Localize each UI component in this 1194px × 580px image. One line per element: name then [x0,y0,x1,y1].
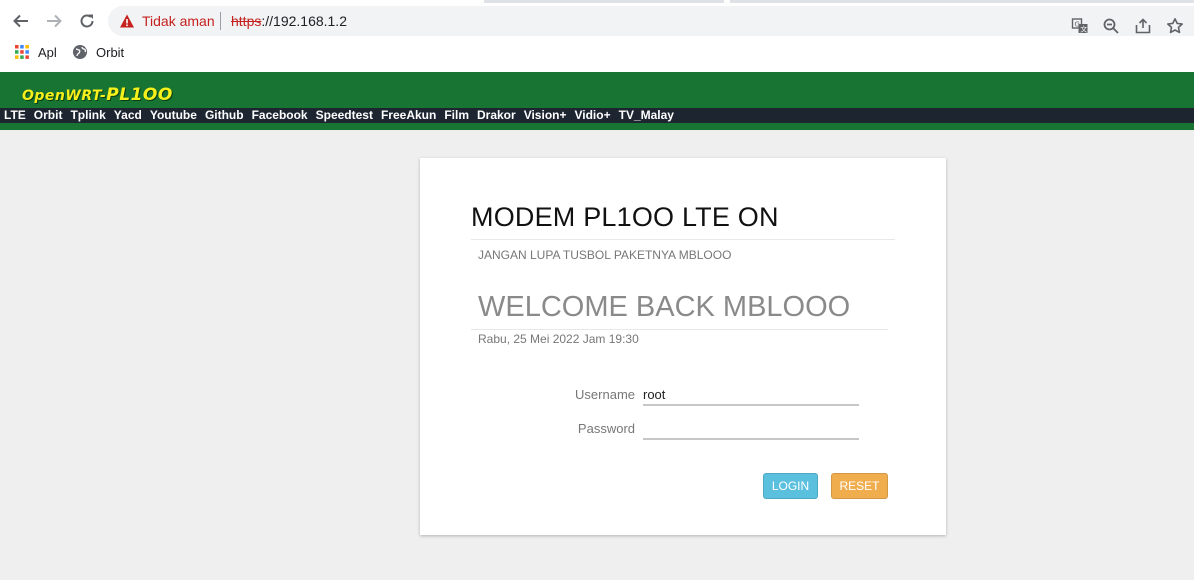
zoom-out-icon [1103,18,1119,34]
reload-button[interactable] [75,9,99,33]
translate-icon: G文 [1071,18,1088,34]
logo-main: PL1OO [106,85,173,105]
menu-item-youtube[interactable]: Youtube [150,108,197,123]
page-title: MODEM PL1OO LTE ON [471,202,779,232]
arrow-left-icon [13,14,28,28]
tab-strip-edge [484,0,724,3]
menu-item-yacd[interactable]: Yacd [114,108,142,123]
router-header: OpenWRT-PL1OO [0,72,1194,108]
openwrt-logo[interactable]: OpenWRT-PL1OO [22,85,173,105]
bookmark-apps[interactable]: Apl [14,44,57,60]
logo-prefix: OpenWRT- [22,88,107,104]
router-menu-bar: LTE Orbit Tplink Yacd Youtube Github Fac… [0,108,1194,123]
menu-item-vidio-plus[interactable]: Vidio+ [574,108,610,123]
apps-grid-icon [15,45,29,59]
url-host: ://192.168.1.2 [261,13,347,29]
star-icon [1167,18,1183,34]
menu-item-drakor[interactable]: Drakor [477,108,516,123]
url-text[interactable]: https://192.168.1.2 [231,13,347,29]
svg-text:G: G [1075,21,1080,29]
url-scheme: https [231,13,262,29]
menu-item-vision-plus[interactable]: Vision+ [524,108,567,123]
tab-strip-edge [730,0,1194,3]
menu-item-freeakun[interactable]: FreeAkun [381,108,436,123]
browser-toolbar: Tidak aman https://192.168.1.2 G文 Apl Or… [0,0,1194,72]
reset-button[interactable]: RESET [831,473,888,499]
address-bar[interactable]: Tidak aman https://192.168.1.2 G文 [108,6,1194,36]
username-field[interactable] [643,384,859,406]
arrow-right-icon [47,14,62,28]
menu-item-orbit[interactable]: Orbit [34,108,63,123]
title-divider [471,239,895,240]
share-button[interactable] [1134,17,1152,35]
date-time: Rabu, 25 Mei 2022 Jam 19:30 [478,332,639,346]
password-field[interactable] [643,418,859,440]
bookmarks-bar: Apl Orbit [0,38,1194,68]
omnibox-divider [220,12,221,30]
translate-button[interactable]: G文 [1071,17,1089,35]
subtitle: JANGAN LUPA TUSBOL PAKETNYA MBLOOO [478,248,732,262]
svg-text:文: 文 [1080,25,1087,34]
login-button[interactable]: LOGIN [763,473,818,499]
zoom-button[interactable] [1102,17,1120,35]
menu-item-film[interactable]: Film [444,108,469,123]
share-icon [1135,18,1151,34]
warning-icon [120,14,134,28]
menu-item-tv-malay[interactable]: TV_Malay [619,108,674,123]
password-label: Password [577,421,635,436]
menu-item-github[interactable]: Github [205,108,244,123]
welcome-divider [471,329,888,330]
login-card: MODEM PL1OO LTE ON JANGAN LUPA TUSBOL PA… [420,158,946,535]
username-label: Username [575,387,635,402]
globe-icon [73,45,87,59]
bookmark-orbit[interactable]: Orbit [72,44,124,60]
bookmark-star-button[interactable] [1166,17,1184,35]
menu-item-facebook[interactable]: Facebook [252,108,308,123]
menu-item-tplink[interactable]: Tplink [70,108,105,123]
back-button[interactable] [9,9,33,33]
welcome-heading: WELCOME BACK MBLOOO [478,291,851,323]
menu-item-lte[interactable]: LTE [4,108,26,123]
not-secure-label[interactable]: Tidak aman [142,13,215,29]
reload-icon [80,14,94,28]
bookmark-label: Apl [38,44,57,60]
bookmark-label: Orbit [96,44,125,60]
header-bottom-strip [0,123,1194,130]
menu-item-speedtest[interactable]: Speedtest [316,108,373,123]
forward-button[interactable] [42,9,66,33]
